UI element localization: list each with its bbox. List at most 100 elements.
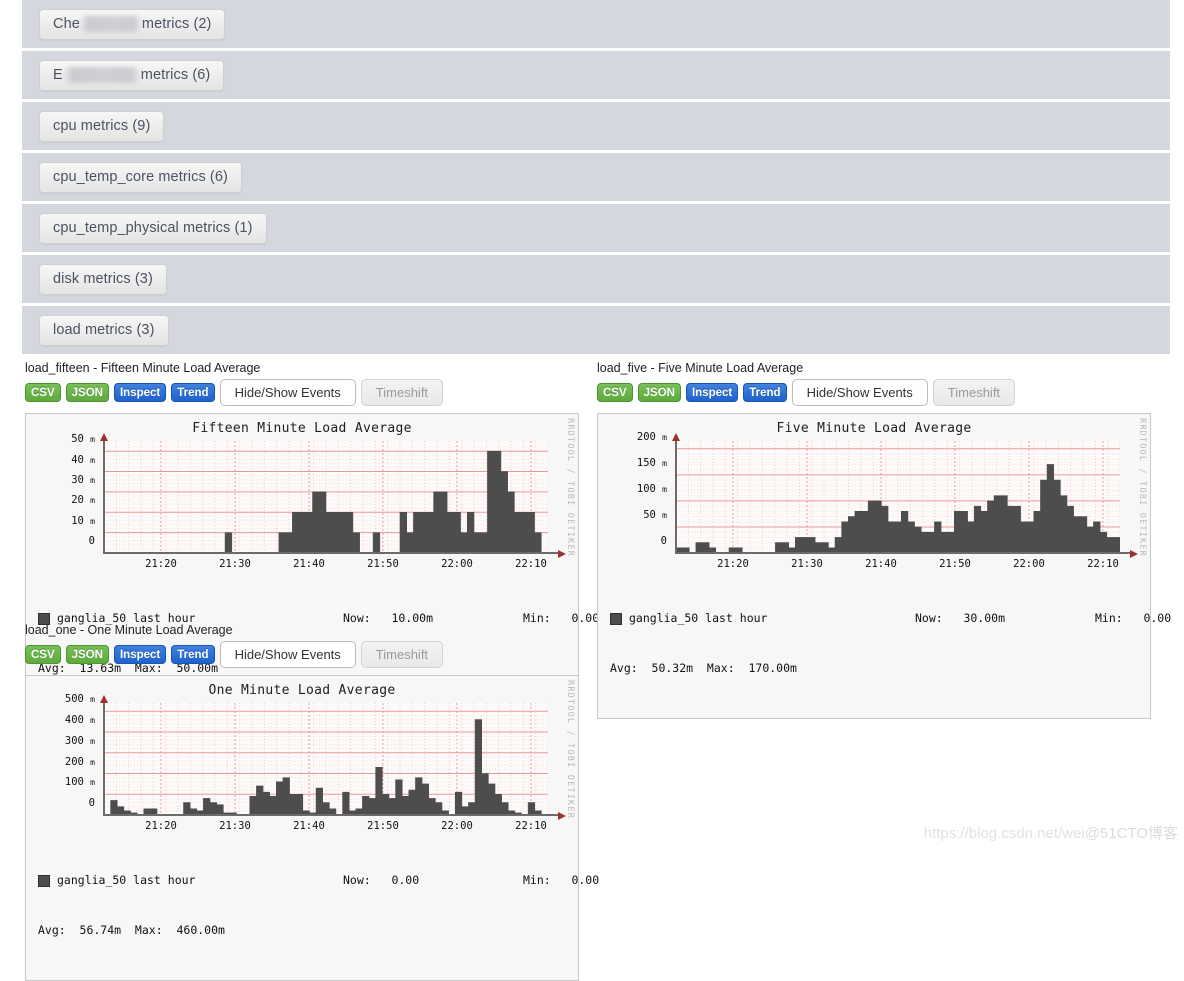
y-axis-label: 0 <box>88 535 95 547</box>
y-axis-label: 0 <box>660 535 667 547</box>
x-axis-label: 21:50 <box>367 558 399 570</box>
graph-toolbar: CSV JSON Inspect Trend Hide/Show Events … <box>597 379 1151 406</box>
watermark-brand: @51CTO博客 <box>1084 825 1178 842</box>
accordion-item-disk[interactable]: disk metrics (3) <box>39 263 167 295</box>
x-axis-label: 21:30 <box>219 558 251 570</box>
y-axis-label: 200 m <box>64 755 95 768</box>
chart-svg <box>676 441 1120 553</box>
y-axis-arrow-icon <box>100 695 108 703</box>
plot-area: 0 10 m 20 m 30 m 40 m 50 m 21:20 21:30 21:40 21:… <box>71 433 566 570</box>
accordion-item-1[interactable]: E metrics (6) <box>39 59 225 91</box>
json-button[interactable]: JSON <box>65 383 109 402</box>
x-axis <box>675 552 1130 554</box>
accordion-item-0-suffix: metrics (2) <box>141 16 212 32</box>
y-axis-label: 0 <box>88 797 95 809</box>
redacted-text-0 <box>79 16 142 32</box>
graph-toolbar: CSV JSON Inspect Trend Hide/Show Events … <box>25 379 579 406</box>
y-axis-label: 20 m <box>71 494 95 507</box>
accordion-row: disk metrics (3) <box>22 255 1170 303</box>
csv-button[interactable]: CSV <box>597 383 633 402</box>
x-axis-label: 21:40 <box>293 558 325 570</box>
trend-button[interactable]: Trend <box>171 645 215 664</box>
accordion-row: cpu_temp_core metrics (6) <box>22 153 1170 201</box>
y-axis-label: 100 m <box>636 482 667 495</box>
trend-button[interactable]: Trend <box>743 383 787 402</box>
legend-now: Now: 30.00m <box>915 611 1006 626</box>
plot-canvas <box>104 703 548 815</box>
y-axis-arrow-icon <box>100 433 108 441</box>
x-axis-label: 21:20 <box>145 558 177 570</box>
legend-avg-max: Avg: 50.32m Max: 170.00m <box>610 661 797 676</box>
y-axis-label: 100 m <box>64 776 95 789</box>
accordion-row: load metrics (3) <box>22 306 1170 354</box>
graph-column-right-top: load_five - Five Minute Load Average CSV… <box>597 361 1171 720</box>
y-axis-label: 500 m <box>64 693 95 706</box>
json-button[interactable]: JSON <box>65 645 109 664</box>
trend-button[interactable]: Trend <box>171 383 215 402</box>
legend-color-swatch <box>38 874 50 887</box>
y-axis <box>103 703 105 815</box>
accordion-item-0-label: Che <box>53 16 80 32</box>
accordion-row: E metrics (6) <box>22 51 1170 99</box>
chart-svg <box>104 703 548 815</box>
x-axis-label: 22:00 <box>1013 558 1045 570</box>
graph-block-load_one: load_one - One Minute Load Average CSV J… <box>25 623 599 981</box>
x-axis-label: 21:50 <box>939 558 971 570</box>
timeshift-button: Timeshift <box>360 641 444 668</box>
legend-min: Min: 0.00 <box>1095 611 1172 626</box>
x-axis-arrow-icon <box>558 550 566 558</box>
x-axis-label: 21:30 <box>219 820 251 832</box>
y-axis-label: 400 m <box>64 714 95 727</box>
x-axis-label: 21:50 <box>367 820 399 832</box>
chart-legend: ganglia_50 last hour Now: 30.00m Min: 0.00… <box>610 577 1171 718</box>
redacted-text-1 <box>62 67 141 83</box>
csv-button[interactable]: CSV <box>25 383 61 402</box>
legend-color-swatch <box>610 612 622 625</box>
accordion-row: cpu metrics (9) <box>22 102 1170 150</box>
x-axis-label: 22:10 <box>1087 558 1119 570</box>
rrdtool-watermark: RRDTOOL / TOBI OETIKER <box>565 680 575 819</box>
accordion-row: cpu_temp_physical metrics (1) <box>22 204 1170 252</box>
x-axis-arrow-icon <box>558 812 566 820</box>
hide-show-events-button[interactable]: Hide/Show Events <box>219 379 356 406</box>
graph-header-load_fifteen: load_fifteen - Fifteen Minute Load Avera… <box>25 361 261 375</box>
rrd-graph-load_five[interactable]: RRDTOOL / TOBI OETIKER Five Minute Load … <box>597 413 1171 720</box>
inspect-button[interactable]: Inspect <box>113 383 167 402</box>
chart-legend: ganglia_50 last hour Now: 0.00 Min: 0.00 A… <box>38 839 599 980</box>
y-axis-label: 30 m <box>71 473 95 486</box>
accordion-item-1-label: E <box>53 67 63 83</box>
plot-area: 0 50 m 100 m 150 m 200 m 21:20 21:30 21:40 21:5… <box>637 431 1138 570</box>
legend-min: Min: 0.00 <box>523 873 600 888</box>
accordion-item-load[interactable]: load metrics (3) <box>39 314 169 346</box>
x-axis-label: 21:40 <box>293 820 325 832</box>
x-axis-label: 21:20 <box>145 820 177 832</box>
plot-area: 0 100 m 200 m 300 m 400 m 500 m 21:20 21:30 21:… <box>65 693 566 832</box>
accordion-item-0[interactable]: Che metrics (2) <box>39 8 226 40</box>
y-axis <box>103 441 105 553</box>
accordion-item-cpu-temp-physical[interactable]: cpu_temp_physical metrics (1) <box>39 212 267 244</box>
json-button[interactable]: JSON <box>637 383 681 402</box>
x-axis <box>103 814 558 816</box>
accordion-item-cpu-temp-core[interactable]: cpu_temp_core metrics (6) <box>39 161 242 193</box>
x-axis-label: 21:20 <box>717 558 749 570</box>
series-area <box>104 450 548 553</box>
x-axis <box>103 552 558 554</box>
rrd-graph-load_one[interactable]: RRDTOOL / TOBI OETIKER One Minute Load A… <box>25 675 599 981</box>
y-axis-arrow-icon <box>672 433 680 441</box>
graph-header-load_one: load_one - One Minute Load Average <box>25 623 233 637</box>
plot-canvas <box>104 441 548 553</box>
csv-button[interactable]: CSV <box>25 645 61 664</box>
inspect-button[interactable]: Inspect <box>685 383 739 402</box>
graph-header-load_five: load_five - Five Minute Load Average <box>597 361 804 375</box>
accordion-row: Che metrics (2) <box>22 0 1170 48</box>
accordion-item-cpu[interactable]: cpu metrics (9) <box>39 110 165 142</box>
legend-host: ganglia_50 last hour <box>57 873 196 888</box>
inspect-button[interactable]: Inspect <box>113 645 167 664</box>
y-axis-label: 50 m <box>643 508 667 521</box>
metric-group-accordion: Che metrics (2) E metrics (6) cpu metric… <box>0 0 1184 354</box>
x-axis-label: 21:30 <box>791 558 823 570</box>
graph-column-left-bottom: load_one - One Minute Load Average CSV J… <box>25 623 599 981</box>
accordion-item-1-suffix: metrics (6) <box>140 67 211 83</box>
hide-show-events-button[interactable]: Hide/Show Events <box>219 641 356 668</box>
hide-show-events-button[interactable]: Hide/Show Events <box>791 379 928 406</box>
